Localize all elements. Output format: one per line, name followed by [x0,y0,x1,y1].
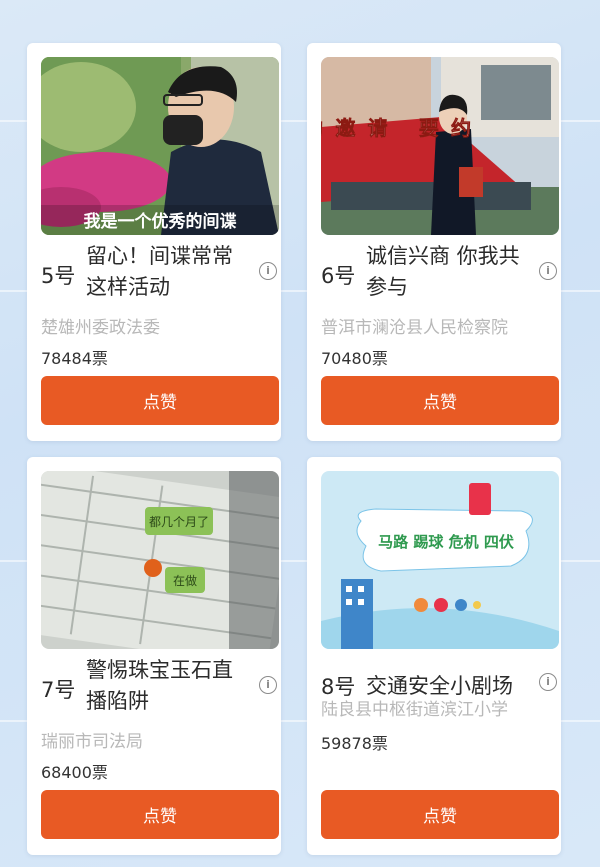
video-thumbnail[interactable]: 要约邀请 要约 [321,57,559,235]
video-card-5[interactable]: 我是一个优秀的间谍 5号 留心！间谍常常这样活动 i 楚雄州委政法委 78484… [27,43,281,441]
organization-name: 普洱市澜沧县人民检察院 [321,318,508,338]
thumbnail-caption: 我是一个优秀的间谍 [84,211,237,232]
like-button[interactable]: 点赞 [321,376,559,425]
organization-name: 楚雄州委政法委 [41,318,160,338]
entry-number: 5号 [41,264,76,288]
thumbnail-caption: 马路 踢球 危机 四伏 [378,533,514,551]
video-card-8[interactable]: 马路 踢球 危机 四伏 8号 交通安全小剧场 i 陆良县中枢街道滨江小学 598… [307,457,561,855]
video-card-7[interactable]: 都几个月了 在做 7号 警惕珠宝玉石直播陷阱 i 瑞丽市司法局 68400票 点… [27,457,281,855]
vote-count: 59878票 [321,734,388,753]
vote-count: 68400票 [41,763,108,782]
like-button[interactable]: 点赞 [321,790,559,839]
video-title[interactable]: 留心！间谍常常这样活动 [86,241,246,303]
video-thumbnail[interactable]: 我是一个优秀的间谍 [41,57,279,235]
thumbnail-image: 我是一个优秀的间谍 [41,57,279,235]
vote-count: 70480票 [321,349,388,368]
video-thumbnail[interactable]: 都几个月了 在做 [41,471,279,649]
chat-bubble: 在做 [173,573,197,588]
video-card-6[interactable]: 要约邀请 要约 6号 诚信兴商 你我共参与 i 普洱市澜沧县人民检察院 7048… [307,43,561,441]
like-button[interactable]: 点赞 [41,790,279,839]
info-icon[interactable]: i [539,262,557,280]
entry-number: 7号 [41,678,76,702]
info-icon[interactable]: i [259,676,277,694]
info-icon[interactable]: i [539,673,557,691]
chat-bubble: 都几个月了 [149,515,209,529]
video-thumbnail[interactable]: 马路 踢球 危机 四伏 [321,471,559,649]
video-title[interactable]: 警惕珠宝玉石直播陷阱 [86,655,246,717]
organization-name: 瑞丽市司法局 [41,732,143,752]
like-button[interactable]: 点赞 [41,376,279,425]
entry-number: 6号 [321,264,356,288]
thumbnail-image: 都几个月了 在做 [41,471,279,649]
info-icon[interactable]: i [259,262,277,280]
organization-name: 陆良县中枢街道滨江小学 [321,700,508,720]
thumbnail-image: 要约邀请 要约 [321,57,559,235]
thumbnail-image: 马路 踢球 危机 四伏 [321,471,559,649]
video-title[interactable]: 诚信兴商 你我共参与 [366,241,526,303]
vote-count: 78484票 [41,349,108,368]
